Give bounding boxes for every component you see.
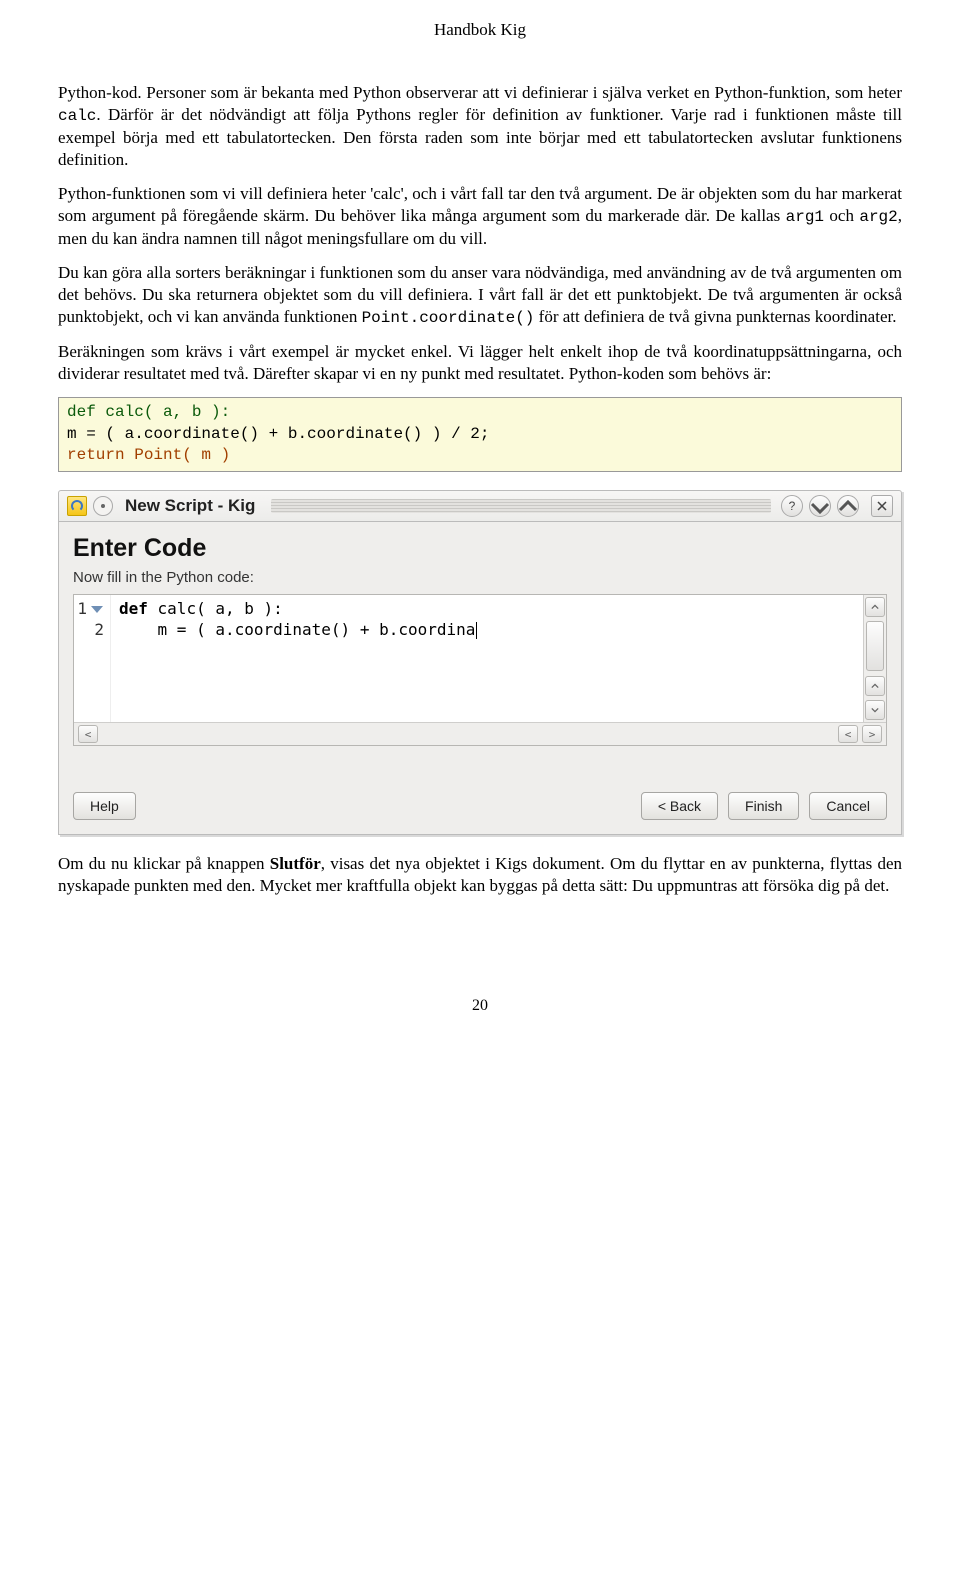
dialog-body: Enter Code Now fill in the Python code: …: [58, 522, 902, 835]
editor-content: 1 2 def calc( a, b ): m = ( a.coordinate…: [74, 595, 886, 722]
inline-code: Point.coordinate(): [362, 309, 535, 327]
vertical-scrollbar[interactable]: [863, 595, 886, 722]
text: och: [824, 206, 859, 225]
code-line: return Point( m ): [67, 446, 230, 464]
code-area[interactable]: def calc( a, b ): m = ( a.coordinate() +…: [111, 595, 863, 722]
paragraph-4: Beräkningen som krävs i vårt exempel är …: [58, 341, 902, 385]
scroll-thumb[interactable]: [866, 621, 884, 671]
line-number: 1: [77, 599, 87, 620]
paragraph-1: Python-kod. Personer som är bekanta med …: [58, 82, 902, 171]
pin-icon[interactable]: [93, 496, 113, 516]
fold-icon[interactable]: [91, 606, 103, 613]
dialog: New Script - Kig ? Enter Code Now fill i…: [58, 490, 902, 835]
scroll-up-icon[interactable]: [865, 597, 885, 617]
scroll-left-icon[interactable]: <: [838, 725, 858, 743]
text: för att definiera de två givna punkterna…: [534, 307, 896, 326]
text: . Därför är det nödvändigt att följa Pyt…: [58, 105, 902, 169]
dialog-subtitle: Now fill in the Python code:: [73, 569, 887, 586]
window-title: New Script - Kig: [119, 496, 261, 516]
text: Python-kod. Personer som är bekanta med …: [58, 83, 902, 102]
code-text: m = ( a.coordinate() + b.coordina: [119, 620, 475, 639]
finish-button[interactable]: Finish: [728, 792, 799, 820]
page: Handbok Kig Python-kod. Personer som är …: [0, 0, 960, 1055]
doc-header: Handbok Kig: [58, 20, 902, 40]
inline-code: arg2: [859, 208, 897, 226]
paragraph-3: Du kan göra alla sorters beräkningar i f…: [58, 262, 902, 329]
code-line: m = ( a.coordinate() + b.coordinate() ) …: [67, 425, 489, 443]
scroll-right-icon[interactable]: >: [862, 725, 882, 743]
cancel-button[interactable]: Cancel: [809, 792, 887, 820]
paragraph-5: Om du nu klickar på knappen Slutför, vis…: [58, 853, 902, 897]
scroll-up-icon[interactable]: [865, 676, 885, 696]
inline-code: arg1: [786, 208, 824, 226]
minimize-button[interactable]: [809, 495, 831, 517]
caret-icon: [476, 622, 477, 639]
code-editor[interactable]: 1 2 def calc( a, b ): m = ( a.coordinate…: [73, 594, 887, 746]
close-button[interactable]: [871, 495, 893, 517]
code-text: calc( a, b ):: [148, 599, 283, 618]
titlebar: New Script - Kig ?: [58, 490, 902, 522]
button-row: Help < Back Finish Cancel: [73, 792, 887, 820]
dialog-heading: Enter Code: [73, 534, 887, 563]
help-button[interactable]: Help: [73, 792, 136, 820]
text: Om du nu klickar på knappen: [58, 854, 270, 873]
maximize-button[interactable]: [837, 495, 859, 517]
code-block: def calc( a, b ): m = ( a.coordinate() +…: [58, 397, 902, 472]
bold-text: Slutför: [270, 854, 321, 873]
page-number: 20: [58, 997, 902, 1015]
text: Python-funktionen som vi vill definiera …: [58, 184, 902, 225]
horizontal-scrollbar[interactable]: < < >: [74, 722, 886, 745]
scroll-left-icon[interactable]: <: [78, 725, 98, 743]
line-number: 2: [94, 620, 104, 641]
inline-code: calc: [58, 107, 96, 125]
paragraph-2: Python-funktionen som vi vill definiera …: [58, 183, 902, 250]
code-keyword: def: [119, 599, 148, 618]
help-button[interactable]: ?: [781, 495, 803, 517]
line-gutter: 1 2: [74, 595, 111, 722]
back-button[interactable]: < Back: [641, 792, 718, 820]
app-icon: [67, 496, 87, 516]
scroll-down-icon[interactable]: [865, 700, 885, 720]
code-line: def calc( a, b ):: [67, 403, 230, 421]
titlebar-groove: [271, 499, 771, 513]
